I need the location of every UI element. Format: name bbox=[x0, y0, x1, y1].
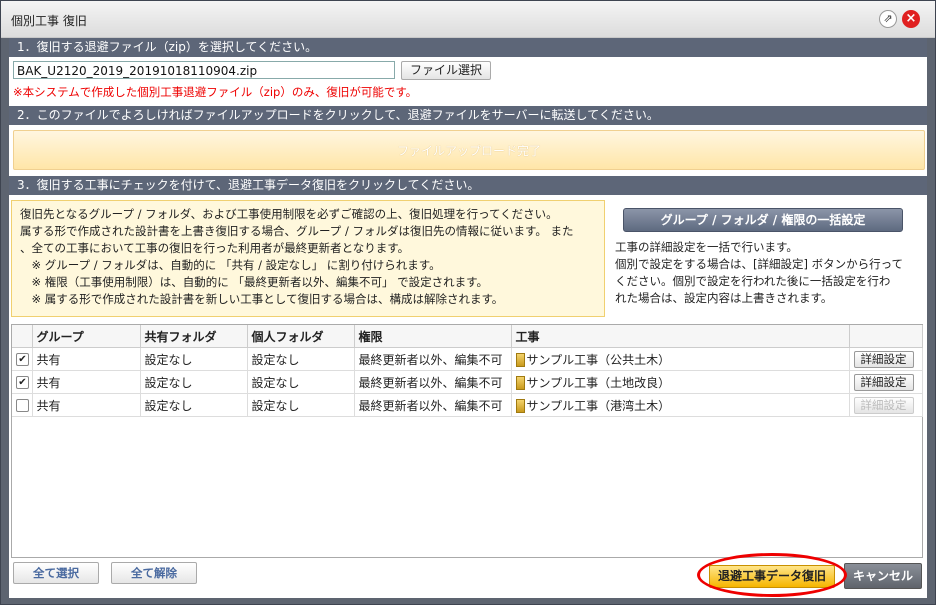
cell-personal-folder: 設定なし bbox=[247, 347, 355, 371]
cancel-button[interactable]: キャンセル bbox=[844, 563, 922, 589]
close-icon[interactable]: × bbox=[902, 10, 920, 28]
project-name: サンプル工事（公共土木） bbox=[526, 352, 671, 367]
bulk-desc-line: れた場合は、設定内容は上書きされます。 bbox=[615, 291, 833, 305]
info-line: ※ グループ / フォルダは、自動的に 「共有 / 設定なし」 に割り付けられま… bbox=[20, 258, 441, 272]
section3-header: 3．復旧する工事にチェックを付けて、退避工事データ復旧をクリックしてください。 bbox=[9, 176, 927, 195]
file-select-button[interactable]: ファイル選択 bbox=[401, 61, 491, 80]
popout-icon[interactable]: ⇗ bbox=[879, 10, 897, 28]
cell-group: 共有 bbox=[32, 393, 141, 417]
cell-group: 共有 bbox=[32, 347, 141, 371]
column-header-personal-folder[interactable]: 個人フォルダ bbox=[247, 325, 355, 348]
bulk-settings-description: 工事の詳細設定を一括で行います。 個別で設定をする場合は、[詳細設定] ボタンか… bbox=[615, 239, 921, 307]
bulk-desc-line: 個別で設定をする場合は、[詳細設定] ボタンから行って bbox=[615, 257, 904, 271]
cell-project: サンプル工事（公共土木） bbox=[511, 347, 850, 371]
select-all-button[interactable]: 全て選択 bbox=[13, 562, 99, 584]
column-header-project[interactable]: 工事 bbox=[511, 325, 850, 348]
info-line: 、全ての工事において工事の復旧を行った利用者が最終更新者となります。 bbox=[20, 241, 410, 255]
cell-group: 共有 bbox=[32, 370, 141, 394]
detail-settings-button: 詳細設定 bbox=[853, 396, 914, 414]
project-file-icon bbox=[515, 399, 525, 413]
bulk-desc-line: 工事の詳細設定を一括で行います。 bbox=[615, 240, 798, 254]
file-upload-button[interactable]: ファイルアップロード完了 bbox=[13, 130, 925, 170]
cell-project: サンプル工事（港湾土木） bbox=[511, 393, 850, 417]
project-table: グループ 共有フォルダ 個人フォルダ 権限 工事 ✔ 共有 設定なし 設定なし bbox=[11, 324, 923, 558]
bulk-desc-line: ください。個別で設定を行われた後に一括設定を行わ bbox=[615, 274, 891, 288]
row-checkbox[interactable]: ✔ bbox=[16, 376, 29, 389]
info-line: 属する形で作成された設計書を上書き復旧する場合、グループ / フォルダは復旧先の… bbox=[20, 224, 574, 238]
restore-data-button[interactable]: 退避工事データ復旧 bbox=[709, 565, 835, 588]
project-file-icon bbox=[515, 376, 525, 390]
cell-shared-folder: 設定なし bbox=[140, 393, 248, 417]
dialog-content: 1．復旧する退避ファイル（zip）を選択してください。 BAK_U2120_20… bbox=[9, 38, 927, 598]
section1-header: 1．復旧する退避ファイル（zip）を選択してください。 bbox=[9, 38, 927, 57]
deselect-all-button[interactable]: 全て解除 bbox=[111, 562, 197, 584]
title-bar: 個別工事 復旧 ⇗ × bbox=[1, 1, 935, 38]
column-header-group[interactable]: グループ bbox=[32, 325, 141, 348]
column-header-actions bbox=[849, 325, 923, 348]
row-checkbox[interactable] bbox=[16, 399, 29, 412]
cell-shared-folder: 設定なし bbox=[140, 370, 248, 394]
cell-permission: 最終更新者以外、編集不可 bbox=[354, 370, 512, 394]
info-line: ※ 属する形で作成された設計書を新しい工事として復旧する場合は、構成は解除されま… bbox=[20, 292, 504, 306]
cell-personal-folder: 設定なし bbox=[247, 393, 355, 417]
bulk-settings-button[interactable]: グループ / フォルダ / 権限の一括設定 bbox=[623, 208, 903, 232]
column-header-check bbox=[12, 325, 33, 348]
row-checkbox[interactable]: ✔ bbox=[16, 353, 29, 366]
column-header-permission[interactable]: 権限 bbox=[354, 325, 512, 348]
table-row: 共有 設定なし 設定なし 最終更新者以外、編集不可 サンプル工事（港湾土木） 詳… bbox=[12, 393, 923, 417]
dialog-window: 個別工事 復旧 ⇗ × 1．復旧する退避ファイル（zip）を選択してください。 … bbox=[0, 0, 936, 605]
cell-personal-folder: 設定なし bbox=[247, 370, 355, 394]
column-header-shared-folder[interactable]: 共有フォルダ bbox=[140, 325, 248, 348]
info-line: ※ 権限（工事使用制限）は、自動的に 「最終更新者以外、編集不可」 で設定されま… bbox=[20, 275, 488, 289]
project-name: サンプル工事（土地改良） bbox=[526, 375, 671, 390]
detail-settings-button[interactable]: 詳細設定 bbox=[853, 350, 914, 368]
project-name: サンプル工事（港湾土木） bbox=[526, 398, 671, 413]
restore-info-box: 復旧先となるグループ / フォルダ、および工事使用制限を必ずご確認の上、復旧処理… bbox=[11, 200, 605, 317]
info-line: 復旧先となるグループ / フォルダ、および工事使用制限を必ずご確認の上、復旧処理… bbox=[20, 207, 558, 221]
window-title: 個別工事 復旧 bbox=[11, 14, 87, 28]
section2-header: 2．このファイルでよろしければファイルアップロードをクリックして、退避ファイルを… bbox=[9, 106, 927, 125]
table-row: ✔ 共有 設定なし 設定なし 最終更新者以外、編集不可 サンプル工事（土地改良）… bbox=[12, 370, 923, 394]
table-row: ✔ 共有 設定なし 設定なし 最終更新者以外、編集不可 サンプル工事（公共土木）… bbox=[12, 347, 923, 371]
file-path-field[interactable]: BAK_U2120_2019_20191018110904.zip bbox=[13, 61, 395, 79]
cell-shared-folder: 設定なし bbox=[140, 347, 248, 371]
table-header-row: グループ 共有フォルダ 個人フォルダ 権限 工事 bbox=[12, 325, 923, 348]
file-note: ※本システムで作成した個別工事退避ファイル（zip）のみ、復旧が可能です。 bbox=[13, 85, 418, 99]
detail-settings-button[interactable]: 詳細設定 bbox=[853, 373, 914, 391]
project-file-icon bbox=[515, 353, 525, 367]
cell-permission: 最終更新者以外、編集不可 bbox=[354, 393, 512, 417]
cell-project: サンプル工事（土地改良） bbox=[511, 370, 850, 394]
cell-permission: 最終更新者以外、編集不可 bbox=[354, 347, 512, 371]
